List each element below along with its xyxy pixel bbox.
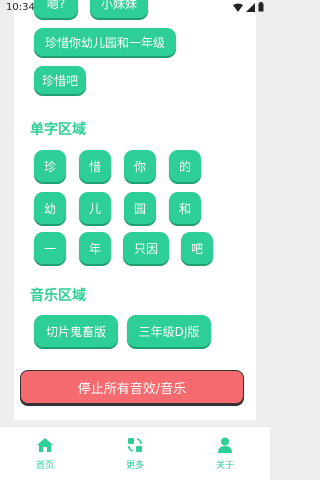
status-time: 10:34 bbox=[6, 1, 35, 13]
content-card: 嗯? 小妹妹 珍惜你幼儿园和一年级 珍惜吧 单字区域 珍 惜 你 的 幼 儿 园… bbox=[14, 0, 256, 420]
music-button-2[interactable]: 三年级DJ版 bbox=[127, 315, 211, 347]
word-button[interactable]: 只因 bbox=[123, 232, 169, 264]
word-button[interactable]: 幼 bbox=[34, 192, 66, 224]
word-button[interactable]: 吧 bbox=[181, 232, 213, 264]
word-button[interactable]: 儿 bbox=[79, 192, 111, 224]
nav-about-label: 关于 bbox=[215, 461, 234, 471]
word-button[interactable]: 一 bbox=[34, 232, 66, 264]
section-title-single: 单字区域 bbox=[30, 122, 86, 138]
section-title-music: 音乐区域 bbox=[30, 288, 86, 304]
word-button[interactable]: 的 bbox=[169, 150, 201, 182]
nav-home-label: 首页 bbox=[35, 461, 54, 471]
battery-icon bbox=[258, 2, 264, 12]
word-button[interactable]: 你 bbox=[124, 150, 156, 182]
nav-about[interactable]: 关于 bbox=[195, 436, 255, 471]
more-icon bbox=[127, 438, 143, 452]
word-button[interactable]: 珍 bbox=[34, 150, 66, 182]
nav-home[interactable]: 首页 bbox=[15, 436, 75, 471]
wifi-icon bbox=[233, 3, 243, 12]
nav-more[interactable]: 更多 bbox=[105, 436, 165, 471]
word-button[interactable]: 园 bbox=[124, 192, 156, 224]
sound-button-phrase-1[interactable]: 珍惜你幼儿园和一年级 bbox=[34, 28, 176, 56]
signal-icon bbox=[246, 2, 255, 12]
nav-more-label: 更多 bbox=[125, 461, 144, 471]
stop-all-button[interactable]: 停止所有音效/音乐 bbox=[20, 370, 244, 404]
user-icon bbox=[218, 437, 232, 453]
music-button-1[interactable]: 切片鬼畜版 bbox=[34, 315, 118, 347]
word-button[interactable]: 惜 bbox=[79, 150, 111, 182]
status-icons bbox=[233, 2, 264, 12]
status-bar: 10:34 bbox=[0, 0, 270, 14]
word-button[interactable]: 年 bbox=[79, 232, 111, 264]
sound-button-phrase-2[interactable]: 珍惜吧 bbox=[34, 66, 86, 94]
bottom-nav: 首页 更多 关于 bbox=[0, 426, 270, 480]
word-button[interactable]: 和 bbox=[169, 192, 201, 224]
home-icon bbox=[37, 438, 53, 452]
